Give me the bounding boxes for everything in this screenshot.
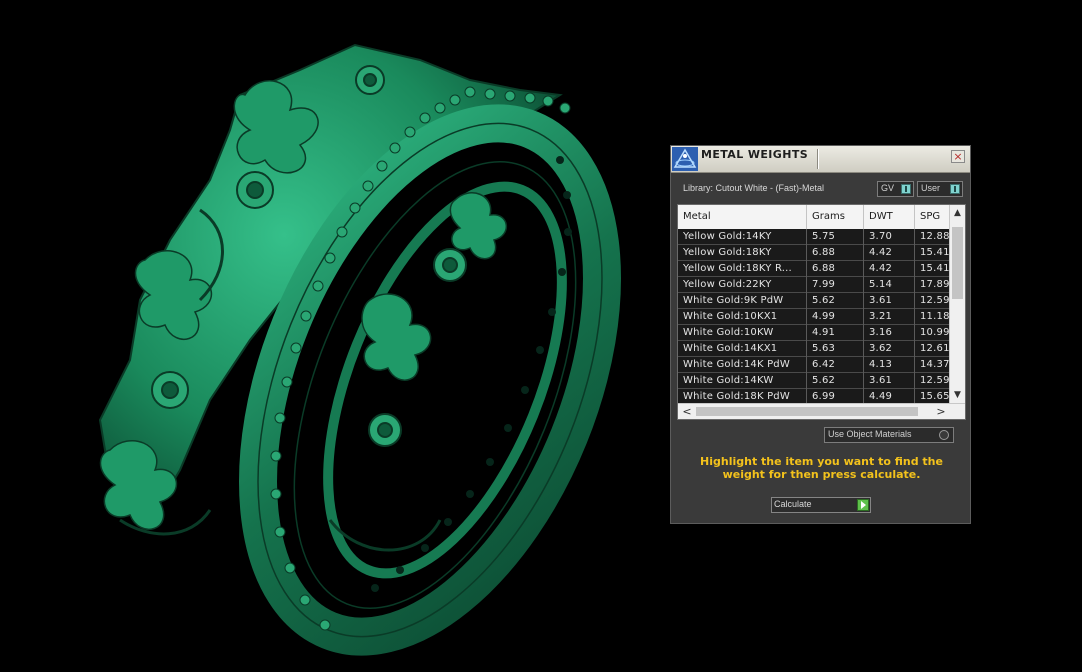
spg-cell: 12.59 xyxy=(920,375,949,386)
vertical-scrollbar[interactable]: ▲ ▼ xyxy=(949,205,965,403)
horizontal-scroll-thumb[interactable] xyxy=(696,407,918,416)
gv-toggle[interactable]: GV xyxy=(877,181,914,197)
dwt-cell: 4.13 xyxy=(864,357,915,373)
spg-cell: 17.89 xyxy=(920,279,949,290)
user-toggle[interactable]: User xyxy=(917,181,963,197)
table-row[interactable]: Yellow Gold:14KY 5.75 3.70 12.88 xyxy=(678,229,949,245)
grams-cell: 6.88 xyxy=(807,245,864,261)
close-button[interactable]: × xyxy=(951,150,965,163)
metal-cell: Yellow Gold:18KY R... xyxy=(678,261,807,277)
spg-cell: 14.37 xyxy=(920,359,949,370)
dwt-cell: 4.42 xyxy=(864,261,915,277)
column-header-metal[interactable]: Metal xyxy=(678,205,807,229)
metal-cell: Yellow Gold:14KY xyxy=(678,229,807,245)
spg-cell: 12.88 xyxy=(920,231,949,242)
gv-toggle-label: GV xyxy=(881,183,895,193)
radio-icon[interactable] xyxy=(939,430,949,440)
table-body: Yellow Gold:14KY 5.75 3.70 12.88 Yellow Gol… xyxy=(678,229,949,405)
grams-cell: 6.88 xyxy=(807,261,864,277)
table-row[interactable]: White Gold:10KX1 4.99 3.21 11.18 xyxy=(678,309,949,325)
dwt-cell: 3.16 xyxy=(864,325,915,341)
title-separator xyxy=(817,149,819,169)
scroll-down-icon[interactable]: ▼ xyxy=(950,388,965,402)
calculate-label: Calculate xyxy=(774,499,812,509)
table-row[interactable]: Yellow Gold:22KY 7.99 5.14 17.89 xyxy=(678,277,949,293)
grams-cell: 4.99 xyxy=(807,309,864,325)
column-header-spg[interactable]: SPG xyxy=(915,205,949,229)
app-logo-icon xyxy=(672,147,698,171)
spg-cell: 15.41 xyxy=(920,263,949,274)
panel-titlebar[interactable]: METAL WEIGHTS × xyxy=(671,146,970,173)
use-object-materials-label: Use Object Materials xyxy=(828,429,912,439)
grams-cell: 5.75 xyxy=(807,229,864,245)
spg-cell: 11.18 xyxy=(920,311,949,322)
grams-cell: 6.42 xyxy=(807,357,864,373)
metal-cell: Yellow Gold:22KY xyxy=(678,277,807,293)
metal-cell: Yellow Gold:18KY xyxy=(678,245,807,261)
table-row[interactable]: White Gold:9K PdW 5.62 3.61 12.59 xyxy=(678,293,949,309)
user-toggle-label: User xyxy=(921,183,941,193)
gv-toggle-switch-icon xyxy=(901,184,911,194)
column-header-dwt[interactable]: DWT xyxy=(864,205,915,229)
grams-cell: 7.99 xyxy=(807,277,864,293)
dwt-cell: 3.70 xyxy=(864,229,915,245)
dwt-cell: 3.21 xyxy=(864,309,915,325)
metal-cell: White Gold:14K PdW xyxy=(678,357,807,373)
spg-cell: 10.99 xyxy=(920,327,949,338)
dwt-cell: 3.62 xyxy=(864,341,915,357)
dwt-cell: 3.61 xyxy=(864,293,915,309)
spg-cell: 15.41 xyxy=(920,247,949,258)
table-row[interactable]: White Gold:10KW 4.91 3.16 10.99 xyxy=(678,325,949,341)
metal-weights-table[interactable]: Metal Grams DWT SPG Yellow Gold:14KY 5.75… xyxy=(677,204,966,420)
dwt-cell: 3.61 xyxy=(864,373,915,389)
scroll-up-icon[interactable]: ▲ xyxy=(950,206,965,220)
instruction-text: Highlight the item you want to find the … xyxy=(700,455,943,481)
horizontal-scrollbar[interactable]: < > xyxy=(678,403,965,419)
table-row[interactable]: White Gold:14KW 5.62 3.61 12.59 xyxy=(678,373,949,389)
grams-cell: 5.62 xyxy=(807,373,864,389)
scroll-right-icon[interactable]: > xyxy=(934,404,948,419)
crown-ring-model[interactable] xyxy=(98,43,670,672)
scroll-left-icon[interactable]: < xyxy=(680,404,694,419)
table-row[interactable]: White Gold:14K PdW 6.42 4.13 14.37 xyxy=(678,357,949,373)
spg-cell: 12.61 xyxy=(920,343,949,354)
table-row[interactable]: Yellow Gold:18KY 6.88 4.42 15.41 xyxy=(678,245,949,261)
grams-cell: 5.62 xyxy=(807,293,864,309)
vertical-scroll-thumb[interactable] xyxy=(952,227,963,299)
table-header: Metal Grams DWT SPG xyxy=(678,205,949,230)
library-label: Library: Cutout White - (Fast)-Metal xyxy=(683,183,825,193)
use-object-materials-option[interactable]: Use Object Materials xyxy=(824,427,954,443)
metal-cell: White Gold:14KX1 xyxy=(678,341,807,357)
grams-cell: 5.63 xyxy=(807,341,864,357)
metal-cell: White Gold:10KW xyxy=(678,325,807,341)
calculate-button[interactable]: Calculate xyxy=(771,497,871,513)
metal-cell: White Gold:14KW xyxy=(678,373,807,389)
spg-cell: 12.59 xyxy=(920,295,949,306)
metal-cell: White Gold:9K PdW xyxy=(678,293,807,309)
column-header-grams[interactable]: Grams xyxy=(807,205,864,229)
play-arrow-icon xyxy=(857,499,869,511)
table-row[interactable]: Yellow Gold:18KY R... 6.88 4.42 15.41 xyxy=(678,261,949,277)
dwt-cell: 4.42 xyxy=(864,245,915,261)
metal-cell: White Gold:10KX1 xyxy=(678,309,807,325)
grams-cell: 4.91 xyxy=(807,325,864,341)
table-row[interactable]: White Gold:14KX1 5.63 3.62 12.61 xyxy=(678,341,949,357)
panel-title: METAL WEIGHTS xyxy=(701,148,809,161)
user-toggle-switch-icon xyxy=(950,184,960,194)
dwt-cell: 5.14 xyxy=(864,277,915,293)
metal-weights-panel: METAL WEIGHTS × Library: Cutout White - … xyxy=(670,145,971,524)
